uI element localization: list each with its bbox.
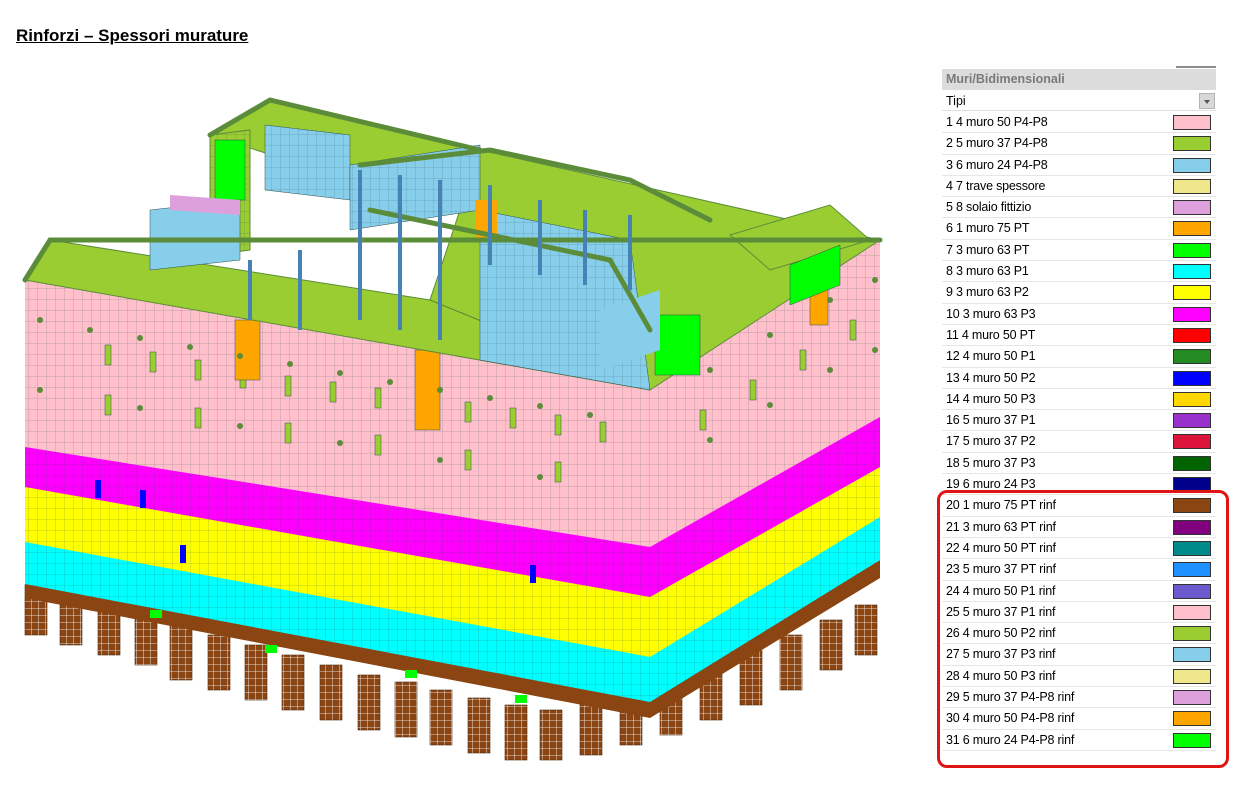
legend-row-label: 17 5 muro 37 P2 [946, 434, 1036, 449]
legend-row-label: 16 5 muro 37 P1 [946, 413, 1036, 428]
legend-color-swatch[interactable] [1173, 221, 1211, 237]
legend-row[interactable]: 13 4 muro 50 P2 [942, 368, 1216, 389]
legend-row-label: 6 1 muro 75 PT [946, 221, 1030, 236]
page-title: Rinforzi – Spessori murature [16, 26, 249, 45]
legend-row-label: 9 3 muro 63 P2 [946, 285, 1029, 300]
panel-header: Muri/Bidimensionali [942, 69, 1216, 90]
legend-color-swatch[interactable] [1173, 264, 1211, 280]
legend-row[interactable]: 18 5 muro 37 P3 [942, 453, 1216, 475]
legend-row[interactable]: 2 5 muro 37 P4-P8 [942, 133, 1216, 155]
legend-row-label: 3 6 muro 24 P4-P8 [946, 157, 1048, 172]
legend-row[interactable]: 6 1 muro 75 PT [942, 218, 1216, 240]
panel-top-bar [1176, 66, 1216, 68]
legend-row[interactable]: 4 7 trave spessore [942, 176, 1216, 198]
legend-color-swatch[interactable] [1173, 349, 1211, 365]
legend-row[interactable]: 12 4 muro 50 P1 [942, 346, 1216, 368]
legend-color-swatch[interactable] [1173, 136, 1211, 152]
legend-row[interactable]: 9 3 muro 63 P2 [942, 282, 1216, 304]
legend-row[interactable]: 3 6 muro 24 P4-P8 [942, 155, 1216, 176]
legend-row-label: 7 3 muro 63 PT [946, 242, 1030, 257]
legend-row-label: 10 3 muro 63 P3 [946, 306, 1036, 321]
building-3d-model [22, 97, 883, 761]
legend-row[interactable]: 8 3 muro 63 P1 [942, 261, 1216, 283]
legend-color-swatch[interactable] [1173, 306, 1211, 322]
legend-row[interactable]: 10 3 muro 63 P3 [942, 304, 1216, 325]
legend-row-label: 12 4 muro 50 P1 [946, 349, 1036, 364]
legend-color-swatch[interactable] [1173, 455, 1211, 471]
legend-color-swatch[interactable] [1173, 413, 1211, 429]
legend-color-swatch[interactable] [1173, 242, 1211, 258]
legend-color-swatch[interactable] [1173, 115, 1211, 130]
legend-row-label: 1 4 muro 50 P4-P8 [946, 115, 1048, 129]
legend-row[interactable]: 14 4 muro 50 P3 [942, 389, 1216, 411]
legend-row-label: 8 3 muro 63 P1 [946, 264, 1029, 279]
legend-row-label: 13 4 muro 50 P2 [946, 370, 1036, 385]
legend-row-label: 2 5 muro 37 P4-P8 [946, 136, 1048, 151]
legend-color-swatch[interactable] [1173, 327, 1211, 343]
legend-row[interactable]: 7 3 muro 63 PT [942, 240, 1216, 262]
legend-row-label: 18 5 muro 37 P3 [946, 455, 1036, 470]
legend-row[interactable]: 1 4 muro 50 P4-P8 [942, 112, 1216, 134]
legend-color-swatch[interactable] [1173, 434, 1211, 450]
legend-color-swatch[interactable] [1173, 370, 1211, 386]
legend-row-label: 14 4 muro 50 P3 [946, 391, 1036, 406]
legend-row[interactable]: 5 8 solaio fittizio [942, 197, 1216, 219]
type-dropdown[interactable]: Tipi [942, 91, 1216, 111]
legend-row-label: 11 4 muro 50 PT [946, 327, 1036, 342]
legend-color-swatch[interactable] [1173, 285, 1211, 301]
legend-color-swatch[interactable] [1173, 157, 1211, 173]
legend-row[interactable]: 16 5 muro 37 P1 [942, 410, 1216, 432]
legend-color-swatch[interactable] [1173, 391, 1211, 407]
chevron-down-icon[interactable] [1199, 93, 1215, 109]
legend-row-label: 19 6 muro 24 P3 [946, 477, 1036, 492]
legend-color-swatch[interactable] [1173, 178, 1211, 194]
legend-row[interactable]: 17 5 muro 37 P2 [942, 431, 1216, 453]
legend-row[interactable]: 11 4 muro 50 PT [942, 325, 1216, 347]
legend-color-swatch[interactable] [1173, 200, 1211, 216]
rinf-highlight-box [937, 490, 1229, 768]
legend-row-label: 4 7 trave spessore [946, 178, 1046, 193]
legend-row-label: 5 8 solaio fittizio [946, 200, 1032, 215]
type-dropdown-value: Tipi [946, 94, 966, 108]
